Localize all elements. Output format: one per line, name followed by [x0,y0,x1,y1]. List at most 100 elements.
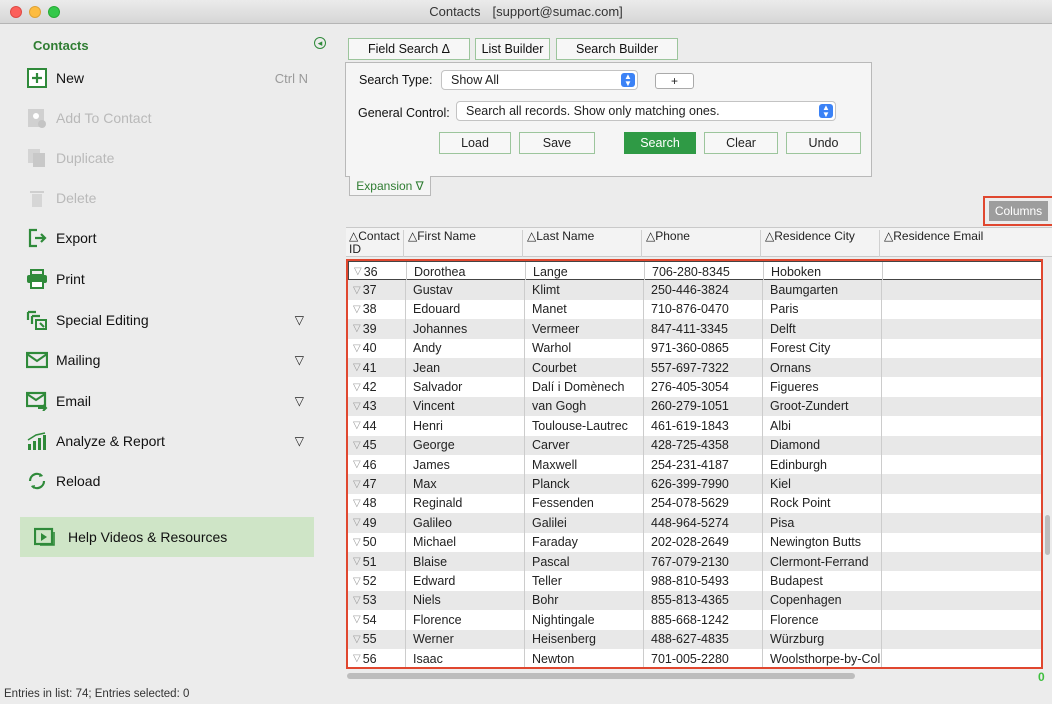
row-expand-icon[interactable]: ▽ [353,595,361,606]
sidebar-item-export[interactable]: Export [26,225,316,251]
sidebar-item-reload[interactable]: Reload [26,468,316,494]
shortcut-label: Ctrl N [274,70,308,86]
add-criteria-button[interactable]: + [655,73,694,89]
row-expand-icon[interactable]: ▽ [353,537,361,548]
columns-button[interactable]: Columns [988,201,1049,221]
cell-residence-city: Albi [764,416,882,436]
row-expand-icon[interactable]: ▽ [353,459,361,470]
horizontal-scrollbar[interactable] [347,673,855,679]
table-row[interactable]: ▽ 40 Andy Warhol 971-360-0865 Forest City [348,338,1041,358]
table-row[interactable]: ▽ 55 Werner Heisenberg 488-627-4835 Würzburg [348,629,1041,649]
row-expand-icon[interactable]: ▽ [353,517,361,528]
cell-first-name: Reginald [407,493,525,514]
cell-residence-city: Rock Point [764,493,882,514]
table-row[interactable]: ▽ 47 Max Planck 626-399-7990 Kiel [348,474,1041,494]
table-row[interactable]: ▽ 45 George Carver 428-725-4358 Diamond [348,435,1041,455]
status-bar: Entries in list: 74; Entries selected: 0 [4,688,190,700]
table-row[interactable]: ▽ 52 Edward Teller 988-810-5493 Budapest [348,571,1041,591]
cell-phone: 701-005-2280 [645,649,763,667]
search-type-select[interactable]: Show All ▲ ▼ [441,70,638,90]
cell-last-name: Manet [526,299,644,320]
search-button[interactable]: Search [624,132,696,154]
sidebar-item-add-to-contact[interactable]: Add To Contact [26,105,316,131]
list-builder-button[interactable]: List Builder [475,38,550,60]
column-header-first-name[interactable]: △First Name [405,230,523,257]
expand-triangle-icon[interactable]: ▽ [295,434,304,448]
cell-first-name: Blaise [407,552,525,572]
general-control-select[interactable]: Search all records. Show only matching o… [456,101,836,121]
row-expand-icon[interactable]: ▽ [353,362,361,373]
sidebar-item-print[interactable]: Print [26,266,316,292]
table-row[interactable]: ▽ 39 Johannes Vermeer 847-411-3345 Delft [348,319,1041,339]
column-header-residence-city[interactable]: △Residence City [762,230,880,257]
row-expand-icon[interactable]: ▽ [353,576,361,587]
cell-first-name: Jean [407,358,525,378]
table-row[interactable]: ▽ 51 Blaise Pascal 767-079-2130 Clermont-Ferr… [348,552,1041,572]
help-videos-button[interactable]: Help Videos & Resources [20,517,314,557]
row-expand-icon[interactable]: ▽ [353,285,361,296]
table-row[interactable]: ▽ 48 Reginald Fessenden 254-078-5629 Rock Poi… [348,493,1041,514]
table-row[interactable]: ▽ 41 Jean Courbet 557-697-7322 Ornans [348,358,1041,378]
table-row[interactable]: ▽ 49 Galileo Galilei 448-964-5274 Pisa [348,513,1041,533]
row-expand-icon[interactable]: ▽ [353,304,361,315]
sidebar-item-mailing[interactable]: Mailing ▽ [26,347,316,373]
sidebar-item-duplicate[interactable]: Duplicate [26,145,316,171]
column-header-contact-id[interactable]: △Contact ID [346,230,404,257]
column-header-phone[interactable]: △Phone [643,230,761,257]
row-expand-icon[interactable]: ▽ [353,420,361,431]
row-expand-icon[interactable]: ▽ [353,323,361,334]
expansion-toggle[interactable]: Expansion ∇ [349,176,431,196]
cell-residence-city: Clermont-Ferrand [764,552,882,572]
table-row[interactable]: ▽ 50 Michael Faraday 202-028-2649 Newington B… [348,532,1041,552]
sidebar-item-special-editing[interactable]: Special Editing ▽ [26,307,316,333]
table-row[interactable]: ▽ 54 Florence Nightingale 885-668-1242 Floren… [348,610,1041,630]
collapse-panel-icon[interactable]: ◂ [314,37,326,49]
row-expand-icon[interactable]: ▽ [353,634,361,645]
contact-id-value: 53 [362,593,377,608]
cell-residence-email [883,513,1041,532]
cell-phone: 971-360-0865 [645,338,763,358]
row-expand-icon[interactable]: ▽ [353,498,361,509]
sidebar-item-delete[interactable]: Delete [26,185,316,211]
sidebar-item-new[interactable]: New Ctrl N [26,65,316,91]
cell-residence-city: Florence [764,610,882,630]
row-expand-icon[interactable]: ▽ [353,614,361,625]
table-row[interactable]: ▽ 38 Edouard Manet 710-876-0470 Paris [348,299,1041,320]
expand-triangle-icon[interactable]: ▽ [295,353,304,367]
table-row[interactable]: ▽ 46 James Maxwell 254-231-4187 Edinburgh [348,455,1041,475]
row-expand-icon[interactable]: ▽ [353,440,361,451]
expand-triangle-icon[interactable]: ▽ [295,394,304,408]
sidebar-item-email[interactable]: Email ▽ [26,388,316,414]
mail-icon [26,349,48,371]
cell-contact-id: ▽ 46 [348,455,406,475]
table-row[interactable]: ▽ 43 Vincent van Gogh 260-279-1051 Groot-Zund… [348,396,1041,417]
table-row[interactable]: ▽ 42 Salvador Dalí i Domènech 276-405-3054 Fi… [348,377,1041,397]
vertical-scrollbar[interactable] [1045,515,1050,555]
row-expand-icon[interactable]: ▽ [353,479,361,490]
row-expand-icon[interactable]: ▽ [353,343,361,354]
table-row[interactable]: ▽ 56 Isaac Newton 701-005-2280 Woolsthorpe-by… [348,649,1041,667]
undo-button[interactable]: Undo [786,132,861,154]
expand-triangle-icon[interactable]: ▽ [295,313,304,327]
sidebar: Contacts New Ctrl N Add To Contact Dupli… [0,25,325,685]
table-row[interactable]: ▽ 44 Henri Toulouse-Lautrec 461-619-1843 Albi [348,416,1041,436]
sidebar-item-analyze-report[interactable]: Analyze & Report ▽ [26,428,316,454]
row-expand-icon[interactable]: ▽ [353,382,361,393]
row-expand-icon[interactable]: ▽ [354,266,362,277]
table-row[interactable]: ▽ 53 Niels Bohr 855-813-4365 Copenhagen [348,590,1041,611]
save-button[interactable]: Save [519,132,595,154]
row-expand-icon[interactable]: ▽ [353,401,361,412]
cell-phone: 626-399-7990 [645,474,763,494]
clear-button[interactable]: Clear [704,132,778,154]
field-search-button[interactable]: Field Search Δ [348,38,470,60]
cell-contact-id: ▽ 55 [348,629,406,649]
load-button[interactable]: Load [439,132,511,154]
row-expand-icon[interactable]: ▽ [353,653,361,664]
table-row[interactable]: ▽ 37 Gustav Klimt 250-446-3824 Baumgarten [348,280,1041,300]
row-expand-icon[interactable]: ▽ [353,556,361,567]
table-row[interactable]: ▽ 36 Dorothea Lange 706-280-8345 Hoboken [348,261,1041,282]
search-builder-button[interactable]: Search Builder [556,38,678,60]
search-type-value: Show All [451,73,499,87]
column-header-residence-email[interactable]: △Residence Email [881,230,1051,257]
column-header-last-name[interactable]: △Last Name [524,230,642,257]
